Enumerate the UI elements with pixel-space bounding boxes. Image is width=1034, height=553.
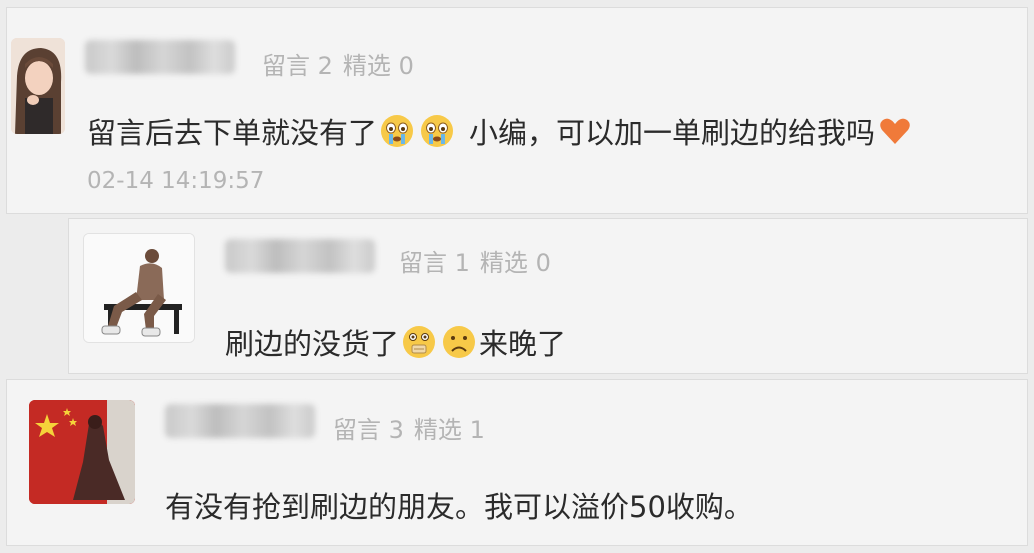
blurred-username (165, 404, 315, 438)
comment-text: 刷边的没货了 来晚了 (225, 326, 567, 361)
comment-card-3: 留言 3 精选 1 有没有抢到刷边的朋友。我可以溢价50收购。 (6, 379, 1028, 546)
crying-face-icon (381, 115, 414, 147)
comment-stats: 留言 1 精选 0 (399, 249, 551, 277)
comment-text: 留言后去下单就没有了 小编，可以加一单刷边的给我吗 (87, 110, 915, 152)
crying-face-icon (421, 115, 454, 147)
sad-face-icon (443, 326, 476, 358)
user-avatar[interactable] (83, 233, 195, 343)
comment-stats: 留言 3 精选 1 (333, 416, 485, 444)
comment-card-2: 留言 1 精选 0 刷边的没货了 来晚了 (68, 218, 1028, 374)
blurred-username (225, 239, 375, 273)
comment-timestamp: 02-14 14:19:57 (87, 168, 265, 194)
comment-card-1: 留言 2 精选 0 留言后去下单就没有了 小编，可以加一单刷边的给我吗 02-14… (6, 7, 1028, 214)
user-avatar[interactable] (11, 38, 65, 134)
user-avatar[interactable] (29, 400, 135, 504)
blurred-username (85, 40, 235, 74)
orange-heart-icon (880, 118, 910, 144)
zipper-mouth-face-icon (403, 326, 436, 358)
comment-stats: 留言 2 精选 0 (262, 52, 414, 80)
comment-text: 有没有抢到刷边的朋友。我可以溢价50收购。 (165, 490, 753, 524)
